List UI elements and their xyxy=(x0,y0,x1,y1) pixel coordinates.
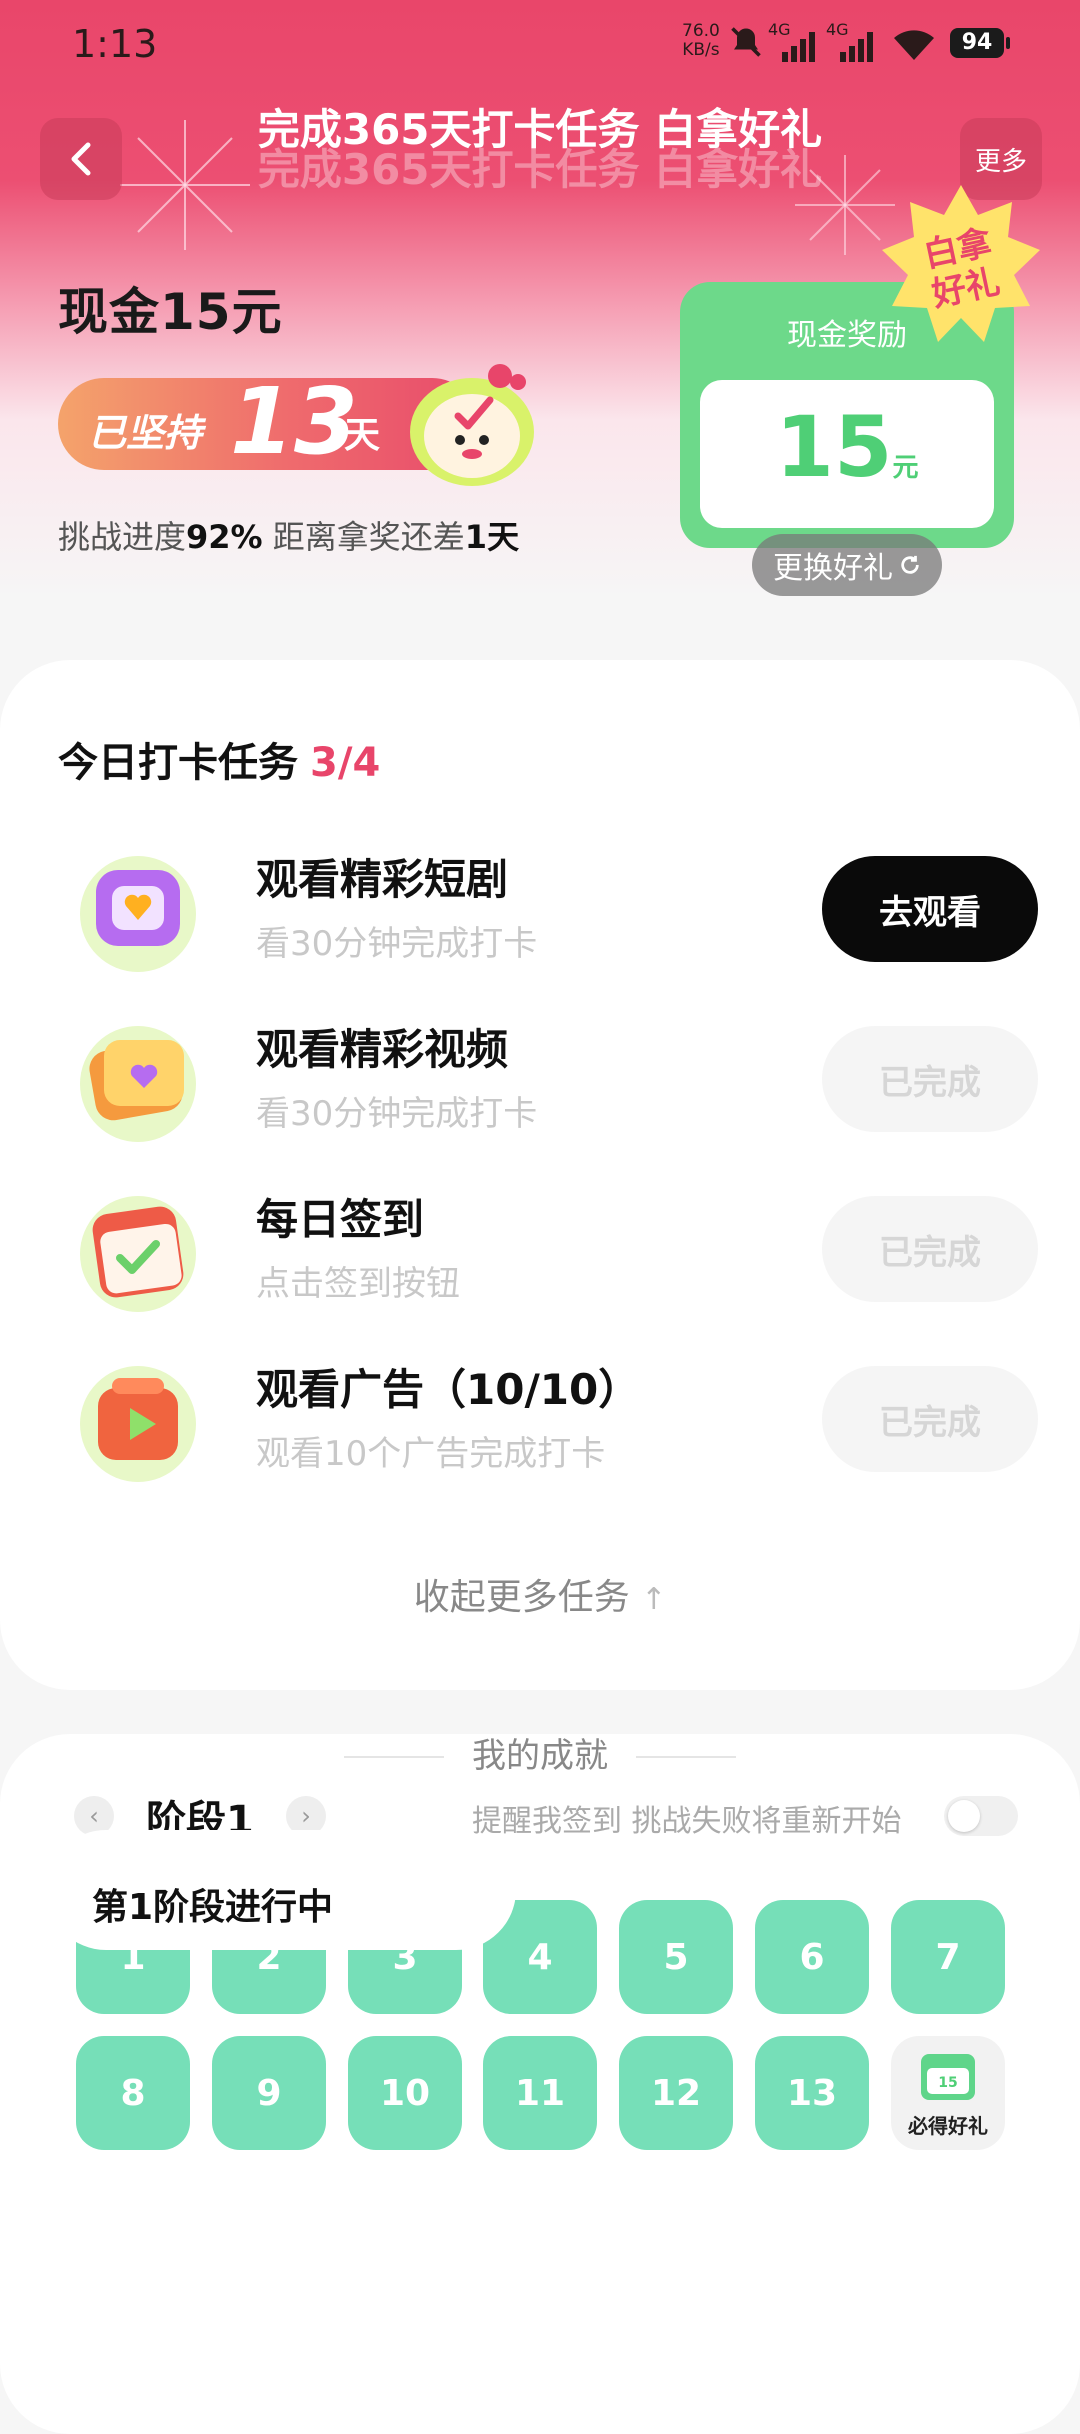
daily-tasks-card: 今日打卡任务 3/4 观看精彩短剧 看30分钟完成打卡 去观看 观看精彩视频 看3… xyxy=(0,660,1080,1690)
achievement-card[interactable]: 第1阶段进行中 xyxy=(46,1830,516,1950)
go-watch-button[interactable]: 去观看 xyxy=(822,856,1038,962)
task-item: 观看广告（10/10） 观看10个广告完成打卡 已完成 xyxy=(0,1336,1080,1506)
status-bar: 1:13 76.0 KB/s 4G 4G 94 xyxy=(0,0,1080,90)
task-desc: 观看10个广告完成打卡 xyxy=(256,1434,606,1474)
task-completed-button[interactable]: 已完成 xyxy=(822,1366,1038,1472)
day-cell[interactable]: 12 xyxy=(619,2036,733,2150)
day-cell[interactable]: 8 xyxy=(76,2036,190,2150)
day-cell[interactable]: 6 xyxy=(755,1900,869,2014)
task-completed-button[interactable]: 已完成 xyxy=(822,1196,1038,1302)
remind-toggle[interactable] xyxy=(944,1796,1018,1836)
toggle-knob xyxy=(948,1800,980,1832)
task-item: 观看精彩视频 看30分钟完成打卡 已完成 xyxy=(0,996,1080,1166)
gift-card-icon: 15 xyxy=(921,2054,975,2100)
cash-reward-title: 现金15元 xyxy=(58,283,283,341)
calendar-check-icon xyxy=(80,1196,196,1312)
day-cell[interactable]: 7 xyxy=(891,1900,1005,2014)
status-time: 1:13 xyxy=(72,22,158,66)
chevron-right-icon: › xyxy=(301,1802,311,1830)
tasks-title: 今日打卡任务 3/4 xyxy=(58,740,381,786)
streak-prefix: 已坚持 xyxy=(88,411,203,455)
net-speed: 76.0 KB/s xyxy=(682,21,720,60)
tv-icon xyxy=(80,856,196,972)
video-icon xyxy=(80,1026,196,1142)
task-item: 每日签到 点击签到按钮 已完成 xyxy=(0,1166,1080,1336)
bell-off-icon xyxy=(731,27,761,57)
reward-amount: 15元 xyxy=(775,398,919,496)
signal-icon xyxy=(782,32,815,62)
ad-play-icon xyxy=(80,1366,196,1482)
task-name: 观看精彩视频 xyxy=(256,1025,509,1074)
refresh-icon xyxy=(901,555,919,574)
battery-indicator: 94 xyxy=(950,28,1010,58)
task-item: 观看精彩短剧 看30分钟完成打卡 去观看 xyxy=(0,826,1080,996)
chevron-left-icon: ‹ xyxy=(89,1802,99,1830)
streak-days: 13 xyxy=(230,368,359,475)
swap-gift-button[interactable]: 更换好礼 xyxy=(752,534,942,596)
gift-day-cell[interactable]: 15 必得好礼 xyxy=(891,2036,1005,2150)
chevron-left-icon xyxy=(71,142,91,176)
task-name: 观看广告（10/10） xyxy=(256,1365,641,1414)
streak-suffix: 天 xyxy=(344,415,381,456)
remind-label: 提醒我签到 挑战失败将重新开始 xyxy=(472,1804,902,1839)
divider xyxy=(636,1756,736,1758)
task-name: 每日签到 xyxy=(256,1195,425,1244)
task-completed-button[interactable]: 已完成 xyxy=(822,1026,1038,1132)
collapse-tasks-button[interactable]: 收起更多任务 ↑ xyxy=(0,1568,1080,1620)
task-desc: 看30分钟完成打卡 xyxy=(256,1094,538,1134)
day-cell[interactable]: 13 xyxy=(755,2036,869,2150)
alarm-clock-mascot-icon xyxy=(410,364,534,486)
tasks-count: 3/4 xyxy=(310,740,381,786)
task-name: 观看精彩短剧 xyxy=(256,855,509,904)
gift-label: 必得好礼 xyxy=(908,2114,988,2138)
arrow-up-icon: ↑ xyxy=(641,1582,667,1617)
day-cell[interactable]: 10 xyxy=(348,2036,462,2150)
achievements-title: 我的成就 xyxy=(472,1736,608,1776)
gift-amount: 15 xyxy=(938,2075,957,2091)
free-gift-badge: 白拿 好礼 xyxy=(882,185,1040,342)
challenge-progress: 挑战进度92% 距离拿奖还差1天 xyxy=(58,518,520,556)
reward-amount-box: 15元 xyxy=(700,380,994,528)
achievement-text: 第1阶段进行中 xyxy=(92,1887,334,1928)
day-cell[interactable]: 9 xyxy=(212,2036,326,2150)
day-cell[interactable]: 5 xyxy=(619,1900,733,2014)
back-button[interactable] xyxy=(40,118,122,200)
day-cell[interactable]: 11 xyxy=(483,2036,597,2150)
signal-icon xyxy=(840,32,873,62)
task-desc: 点击签到按钮 xyxy=(256,1264,460,1304)
task-desc: 看30分钟完成打卡 xyxy=(256,924,538,964)
wifi-icon xyxy=(894,30,934,60)
